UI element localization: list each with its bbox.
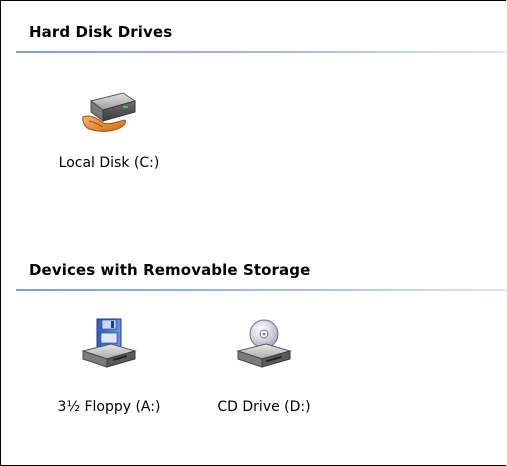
drive-item-floppy-a[interactable]: 3½ Floppy (A:)	[51, 317, 167, 443]
drive-item-cd-d[interactable]: CD Drive (D:)	[197, 317, 331, 427]
floppy-drive-icon	[77, 317, 141, 373]
drive-item-local-disk-c[interactable]: Local Disk (C:)	[29, 87, 189, 183]
hard-disk-icon	[77, 87, 141, 143]
drive-label-local-disk-c: Local Disk (C:)	[58, 155, 160, 171]
drive-label-cd-d: CD Drive (D:)	[217, 399, 311, 415]
cd-drive-icon	[232, 317, 296, 373]
group-divider-removable-storage	[16, 289, 506, 291]
group-header-removable-storage: Devices with Removable Storage	[29, 261, 311, 279]
group-divider-hard-disk-drives	[16, 51, 506, 53]
my-computer-window: Hard Disk Drives Local Disk (C:) Devices…	[0, 0, 506, 466]
drive-label-floppy-a: 3½ Floppy (A:)	[57, 399, 161, 415]
group-header-hard-disk-drives: Hard Disk Drives	[29, 23, 173, 41]
